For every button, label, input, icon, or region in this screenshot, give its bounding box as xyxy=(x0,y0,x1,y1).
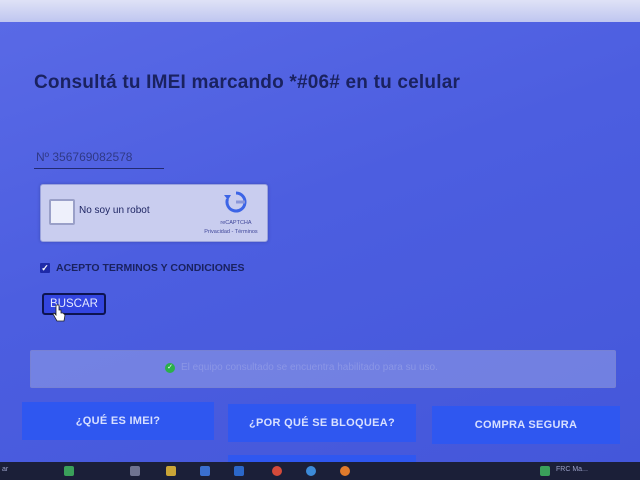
task-view-icon[interactable] xyxy=(130,466,140,476)
store-icon[interactable] xyxy=(200,466,210,476)
recaptcha-label: No soy un robot xyxy=(79,205,150,216)
what-is-imei-button[interactable]: ¿QUÉ ES IMEI? xyxy=(22,402,214,440)
chrome-icon[interactable] xyxy=(272,466,282,476)
recaptcha-logo-icon xyxy=(224,191,247,213)
why-blocked-button[interactable]: ¿POR QUÉ SE BLOQUEA? xyxy=(228,404,416,442)
recaptcha-widget: No soy un robot reCAPTCHA Privacidad - T… xyxy=(40,184,268,242)
folder-icon[interactable] xyxy=(166,466,176,476)
imei-input[interactable] xyxy=(34,146,164,169)
terms-label: ACEPTO TERMINOS Y CONDICIONES xyxy=(56,262,245,274)
mail-icon[interactable] xyxy=(234,466,244,476)
browser-viewport: Consultá tu IMEI marcando *#06# en tu ce… xyxy=(0,0,640,463)
taskbar-app-icon[interactable] xyxy=(64,466,74,476)
taskbar-left-text: ar xyxy=(2,466,9,473)
browser-icon[interactable] xyxy=(306,466,316,476)
safe-purchase-button[interactable]: COMPRA SEGURA xyxy=(432,406,620,444)
recaptcha-checkbox[interactable] xyxy=(49,199,75,225)
taskbar-right-text: FRC Ma... xyxy=(556,466,588,473)
recaptcha-links[interactable]: Privacidad - Términos xyxy=(199,229,263,235)
check-circle-icon: ✓ xyxy=(165,362,175,373)
terms-checkbox[interactable]: ✓ xyxy=(40,263,50,273)
app-icon[interactable] xyxy=(340,466,350,476)
recaptcha-brand: reCAPTCHA xyxy=(220,220,252,226)
status-banner: ✓ El equipo consultado se encuentra habi… xyxy=(30,350,616,388)
status-message: El equipo consultado se encuentra habili… xyxy=(181,362,438,373)
page-title: Consultá tu IMEI marcando *#06# en tu ce… xyxy=(34,72,461,93)
tray-app-icon[interactable] xyxy=(540,466,550,476)
taskbar: ar FRC Ma... xyxy=(0,462,640,480)
terms-row[interactable]: ✓ ACEPTO TERMINOS Y CONDICIONES xyxy=(40,262,244,274)
hand-cursor-icon xyxy=(52,304,66,322)
browser-top-bar xyxy=(0,0,640,22)
